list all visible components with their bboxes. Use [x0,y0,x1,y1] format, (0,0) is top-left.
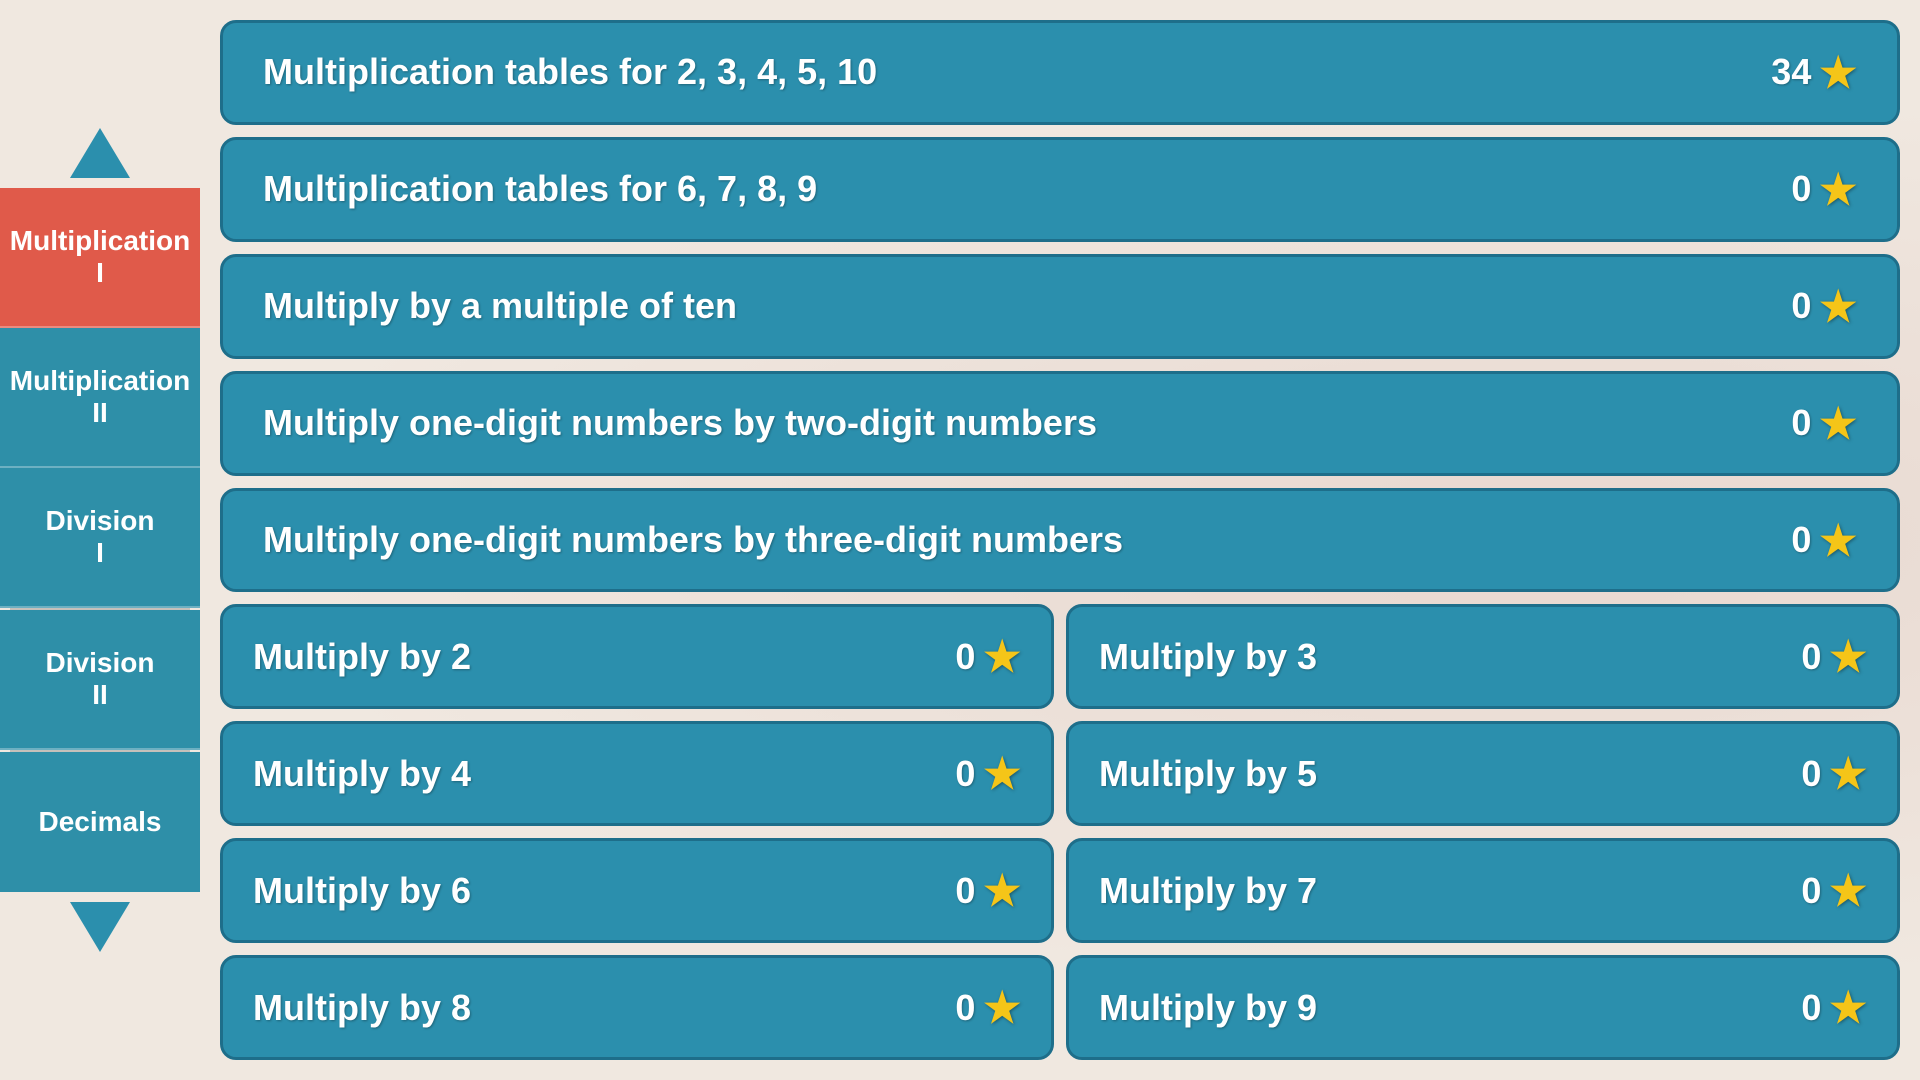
scroll-down-button[interactable] [40,892,160,962]
btn-label-3: Multiply by a multiple of ten [263,285,737,327]
btn-score-2: 0 ★ [1791,165,1857,214]
sidebar-label-div2: DivisionII [46,647,155,711]
btn-score-6a: 0 ★ [955,632,1021,681]
btn-score-6b: 0 ★ [1801,632,1867,681]
row-9: Multiply by 8 0 ★ Multiply by 9 0 ★ [220,955,1900,1060]
sidebar-label-decimals: Decimals [39,806,162,838]
btn-multiply-multiple-ten[interactable]: Multiply by a multiple of ten 0 ★ [220,254,1900,359]
btn-label-4: Multiply one-digit numbers by two-digit … [263,402,1097,444]
score-value-7a: 0 [955,753,975,795]
score-value-6b: 0 [1801,636,1821,678]
score-value-8a: 0 [955,870,975,912]
star-icon-2: ★ [1819,165,1857,214]
star-icon-1: ★ [1819,48,1857,97]
star-icon-6a: ★ [983,632,1021,681]
main-content: Multiplication tables for 2, 3, 4, 5, 10… [220,20,1900,1060]
score-value-5: 0 [1791,519,1811,561]
btn-multiply-by-8[interactable]: Multiply by 8 0 ★ [220,955,1054,1060]
btn-one-digit-two-digit[interactable]: Multiply one-digit numbers by two-digit … [220,371,1900,476]
btn-label-8a: Multiply by 6 [253,870,471,912]
sidebar-item-division-2[interactable]: DivisionII [0,610,200,750]
score-value-2: 0 [1791,168,1811,210]
btn-label-7a: Multiply by 4 [253,753,471,795]
btn-one-digit-three-digit[interactable]: Multiply one-digit numbers by three-digi… [220,488,1900,593]
btn-multiply-by-2[interactable]: Multiply by 2 0 ★ [220,604,1054,709]
btn-label-1: Multiplication tables for 2, 3, 4, 5, 10 [263,51,877,93]
star-icon-8a: ★ [983,866,1021,915]
btn-label-8b: Multiply by 7 [1099,870,1317,912]
row-1: Multiplication tables for 2, 3, 4, 5, 10… [220,20,1900,125]
sidebar-item-decimals[interactable]: Decimals [0,752,200,892]
sidebar-label-mult2: MultiplicationII [10,365,190,429]
row-3: Multiply by a multiple of ten 0 ★ [220,254,1900,359]
star-icon-9b: ★ [1829,983,1867,1032]
row-7: Multiply by 4 0 ★ Multiply by 5 0 ★ [220,721,1900,826]
btn-multiply-by-3[interactable]: Multiply by 3 0 ★ [1066,604,1900,709]
score-value-6a: 0 [955,636,975,678]
btn-score-3: 0 ★ [1791,282,1857,331]
star-icon-4: ★ [1819,399,1857,448]
score-value-4: 0 [1791,402,1811,444]
btn-label-7b: Multiply by 5 [1099,753,1317,795]
score-value-3: 0 [1791,285,1811,327]
btn-label-9b: Multiply by 9 [1099,987,1317,1029]
scroll-up-button[interactable] [40,118,160,188]
btn-label-2: Multiplication tables for 6, 7, 8, 9 [263,168,817,210]
sidebar-label-div1: DivisionI [46,505,155,569]
btn-score-1: 34 ★ [1771,48,1857,97]
star-icon-3: ★ [1819,282,1857,331]
sidebar-label-mult1: MultiplicationI [10,225,190,289]
btn-multiply-by-4[interactable]: Multiply by 4 0 ★ [220,721,1054,826]
btn-multiply-by-5[interactable]: Multiply by 5 0 ★ [1066,721,1900,826]
sidebar-item-multiplication-2[interactable]: MultiplicationII [0,328,200,468]
sidebar-item-division-1[interactable]: DivisionI [0,468,200,608]
star-icon-5: ★ [1819,516,1857,565]
score-value-9a: 0 [955,987,975,1029]
sidebar: MultiplicationI MultiplicationII Divisio… [0,0,200,1080]
row-5: Multiply one-digit numbers by three-digi… [220,488,1900,593]
row-2: Multiplication tables for 6, 7, 8, 9 0 ★ [220,137,1900,242]
btn-multiply-by-7[interactable]: Multiply by 7 0 ★ [1066,838,1900,943]
star-icon-7a: ★ [983,749,1021,798]
btn-score-8a: 0 ★ [955,866,1021,915]
btn-score-8b: 0 ★ [1801,866,1867,915]
btn-label-9a: Multiply by 8 [253,987,471,1029]
btn-score-7a: 0 ★ [955,749,1021,798]
btn-score-5: 0 ★ [1791,516,1857,565]
row-8: Multiply by 6 0 ★ Multiply by 7 0 ★ [220,838,1900,943]
score-value-1: 34 [1771,51,1811,93]
btn-mult-tables-6789[interactable]: Multiplication tables for 6, 7, 8, 9 0 ★ [220,137,1900,242]
btn-label-6a: Multiply by 2 [253,636,471,678]
btn-score-4: 0 ★ [1791,399,1857,448]
star-icon-6b: ★ [1829,632,1867,681]
star-icon-9a: ★ [983,983,1021,1032]
btn-label-6b: Multiply by 3 [1099,636,1317,678]
star-icon-8b: ★ [1829,866,1867,915]
btn-multiply-by-6[interactable]: Multiply by 6 0 ★ [220,838,1054,943]
btn-multiply-by-9[interactable]: Multiply by 9 0 ★ [1066,955,1900,1060]
btn-score-9b: 0 ★ [1801,983,1867,1032]
row-6: Multiply by 2 0 ★ Multiply by 3 0 ★ [220,604,1900,709]
btn-mult-tables-2345-10[interactable]: Multiplication tables for 2, 3, 4, 5, 10… [220,20,1900,125]
btn-score-9a: 0 ★ [955,983,1021,1032]
star-icon-7b: ★ [1829,749,1867,798]
score-value-9b: 0 [1801,987,1821,1029]
sidebar-item-multiplication-1[interactable]: MultiplicationI [0,188,200,328]
score-value-7b: 0 [1801,753,1821,795]
btn-score-7b: 0 ★ [1801,749,1867,798]
score-value-8b: 0 [1801,870,1821,912]
btn-label-5: Multiply one-digit numbers by three-digi… [263,519,1123,561]
row-4: Multiply one-digit numbers by two-digit … [220,371,1900,476]
